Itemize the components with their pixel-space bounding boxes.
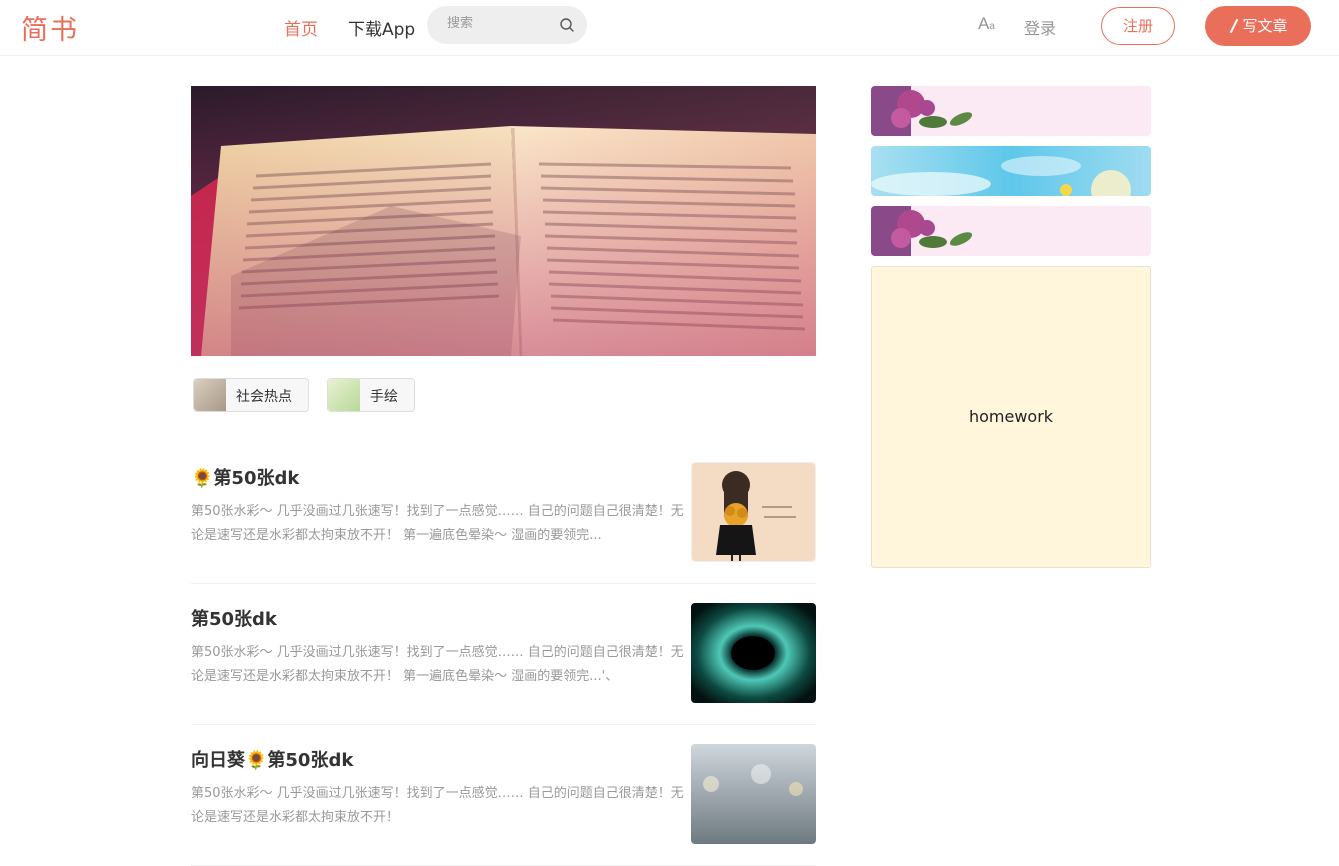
- topic-thumbnail: [194, 379, 226, 411]
- signup-button[interactable]: 注册: [1101, 7, 1175, 45]
- open-book-image: [191, 86, 816, 356]
- sunflower-icon: 🌻: [191, 468, 214, 489]
- login-link[interactable]: 登录: [1024, 15, 1056, 39]
- search-box: [427, 6, 587, 44]
- article-item: 向日葵🌻第50张dk 第50张水彩～ 几乎没画过几张速写！找到了一点感觉…… 自…: [191, 744, 816, 866]
- article-title[interactable]: 🌻第50张dk: [191, 464, 299, 490]
- article-title[interactable]: 向日葵🌻第50张dk: [191, 746, 353, 772]
- carousel-banner[interactable]: [191, 86, 816, 356]
- top-navbar: 简书 首页 下载App Aa 登录 注册 写文章: [0, 0, 1339, 56]
- nav-home-link[interactable]: 首页: [284, 15, 318, 40]
- pen-icon: [1230, 19, 1239, 33]
- topic-label: 手绘: [370, 389, 398, 405]
- sidebar-banner-3[interactable]: [871, 206, 1151, 256]
- article-title[interactable]: 第50张dk: [191, 605, 277, 631]
- search-icon[interactable]: [559, 17, 575, 33]
- topic-thumbnail: [328, 379, 360, 411]
- font-size-toggle-icon[interactable]: Aa: [978, 14, 995, 34]
- article-abstract: 第50张水彩～ 几乎没画过几张速写！找到了一点感觉…… 自己的问题自己很清楚！无…: [191, 504, 684, 543]
- topic-tag-hand-drawing[interactable]: 手绘: [327, 378, 415, 412]
- sidebar-banner-1[interactable]: [871, 86, 1151, 136]
- nav-download-app-link[interactable]: 下载App: [348, 15, 415, 40]
- topic-label: 社会热点: [236, 389, 292, 405]
- article-item: 第50张dk 第50张水彩～ 几乎没画过几张速写！找到了一点感觉…… 自己的问题…: [191, 603, 816, 725]
- article-cover-image[interactable]: [691, 462, 816, 562]
- write-article-label: 写文章: [1242, 17, 1288, 35]
- article-cover-image[interactable]: [691, 744, 816, 844]
- write-article-button[interactable]: 写文章: [1205, 6, 1311, 46]
- sidebar-homework-card[interactable]: homework: [871, 266, 1151, 568]
- homework-label: homework: [968, 407, 1054, 426]
- topic-tag-social-hot[interactable]: 社会热点: [193, 378, 309, 412]
- article-item: 🌻第50张dk 第50张水彩～ 几乎没画过几张速写！找到了一点感觉…… 自己的问…: [191, 462, 816, 584]
- search-input[interactable]: [447, 16, 547, 31]
- logo[interactable]: 简书: [21, 8, 79, 47]
- article-abstract: 第50张水彩～ 几乎没画过几张速写！找到了一点感觉…… 自己的问题自己很清楚！无…: [191, 786, 684, 825]
- sidebar-banner-2[interactable]: [871, 146, 1151, 196]
- article-cover-image[interactable]: [691, 603, 816, 703]
- article-abstract: 第50张水彩～ 几乎没画过几张速写！找到了一点感觉…… 自己的问题自己很清楚！无…: [191, 645, 684, 684]
